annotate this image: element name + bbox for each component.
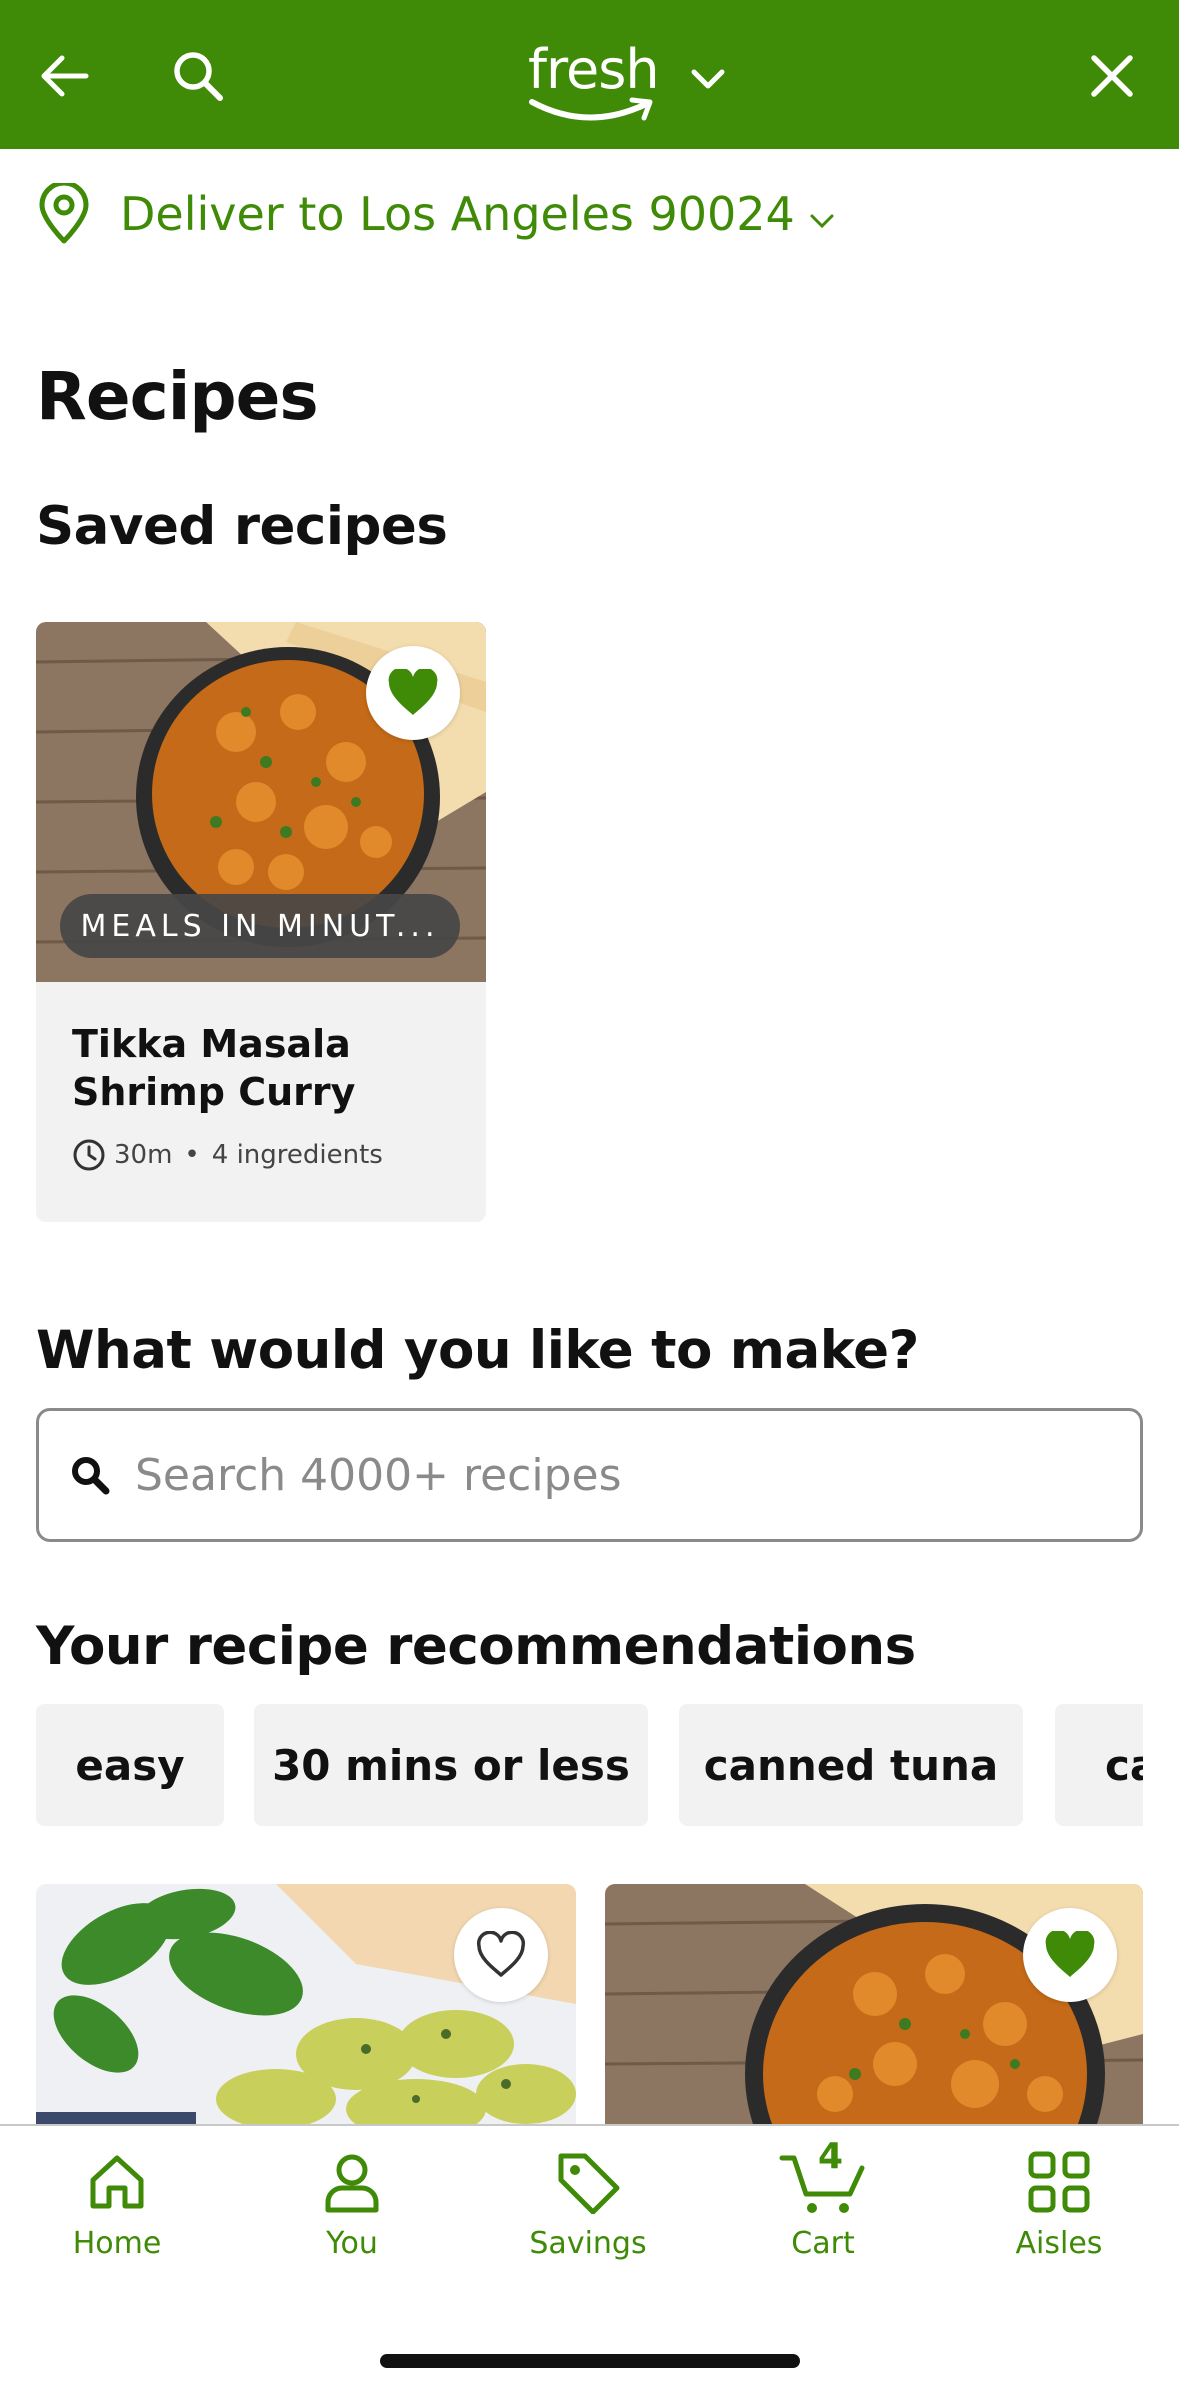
close-icon: [1091, 55, 1133, 97]
search-icon: [72, 1457, 110, 1495]
recipe-time: 30m: [114, 1140, 173, 1170]
close-button[interactable]: [1076, 40, 1148, 112]
page-title: Recipes: [36, 358, 319, 435]
deliver-location-text: Deliver to Los Angeles 90024: [120, 187, 795, 241]
location-pin-icon: [39, 183, 89, 244]
arrow-left-icon: [41, 55, 89, 97]
nav-home-label: Home: [72, 2226, 162, 2261]
nav-cart-label: Cart: [791, 2226, 855, 2261]
nav-aisles[interactable]: Aisles: [959, 2150, 1159, 2290]
saved-recipes-heading: Saved recipes: [36, 496, 448, 557]
nav-savings[interactable]: Savings: [488, 2150, 688, 2290]
recipe-title: Tikka Masala Shrimp Curry: [72, 1022, 356, 1114]
recipe-card-shrimp-curry[interactable]: [605, 1884, 1143, 2124]
heart-filled-icon: [388, 669, 438, 715]
nav-you[interactable]: You: [252, 2150, 452, 2290]
header-search-button[interactable]: [162, 40, 234, 112]
recipe-card-tortellini[interactable]: [36, 1884, 576, 2124]
chevron-down-icon: [691, 69, 725, 89]
nav-home[interactable]: Home: [17, 2150, 217, 2290]
recipe-meta: 30m • 4 ingredients: [72, 1138, 383, 1172]
home-icon: [90, 2155, 144, 2209]
recipe-search-input[interactable]: Search 4000+ recipes: [36, 1408, 1143, 1542]
search-placeholder: Search 4000+ recipes: [135, 1449, 622, 1501]
recipe-ingredients: 4 ingredients: [211, 1140, 383, 1170]
fresh-logo-dropdown[interactable]: fresh: [520, 38, 740, 128]
fresh-logo: fresh: [528, 38, 660, 101]
person-icon: [325, 2154, 379, 2213]
tag-icon: [558, 2153, 620, 2214]
grid-icon: [1028, 2151, 1090, 2213]
deliver-to-location[interactable]: Deliver to Los Angeles 90024: [36, 182, 835, 246]
chevron-down-icon: [810, 214, 834, 229]
chip-30-mins[interactable]: 30 mins or less: [254, 1704, 648, 1826]
nav-cart[interactable]: 4 Cart: [723, 2136, 923, 2290]
saved-heart-button[interactable]: [1023, 1908, 1117, 2002]
home-indicator: [380, 2354, 800, 2368]
recommendations-heading: Your recipe recommendations: [36, 1616, 916, 1677]
saved-heart-button[interactable]: [366, 646, 460, 740]
category-badge: MEALS IN MINUT...: [60, 894, 460, 958]
chip-easy[interactable]: easy: [36, 1704, 224, 1826]
saved-recipe-card[interactable]: MEALS IN MINUT... Tikka Masala Shrimp Cu…: [36, 622, 486, 1222]
back-button[interactable]: [30, 40, 102, 112]
chip-canned-tuna[interactable]: canned tuna: [679, 1704, 1023, 1826]
nav-savings-label: Savings: [529, 2226, 647, 2261]
top-app-bar: fresh: [0, 0, 1179, 149]
search-icon: [174, 52, 223, 101]
meta-separator: •: [184, 1140, 200, 1170]
heart-filled-icon: [1045, 1931, 1095, 1977]
cart-count-badge: 4: [818, 2136, 844, 2177]
make-heading: What would you like to make?: [36, 1320, 919, 1381]
chip-partial[interactable]: ca: [1055, 1704, 1143, 1826]
smile-arrow-icon: [529, 97, 653, 121]
save-heart-button[interactable]: [454, 1908, 548, 2002]
heart-outline-icon: [476, 1931, 526, 1977]
nav-you-label: You: [326, 2226, 378, 2261]
nav-aisles-label: Aisles: [1015, 2226, 1103, 2261]
recommendation-chips: easy 30 mins or less canned tuna ca: [36, 1704, 1143, 1826]
cart-icon-wrap: 4: [778, 2136, 868, 2214]
clock-icon: [73, 1139, 105, 1171]
